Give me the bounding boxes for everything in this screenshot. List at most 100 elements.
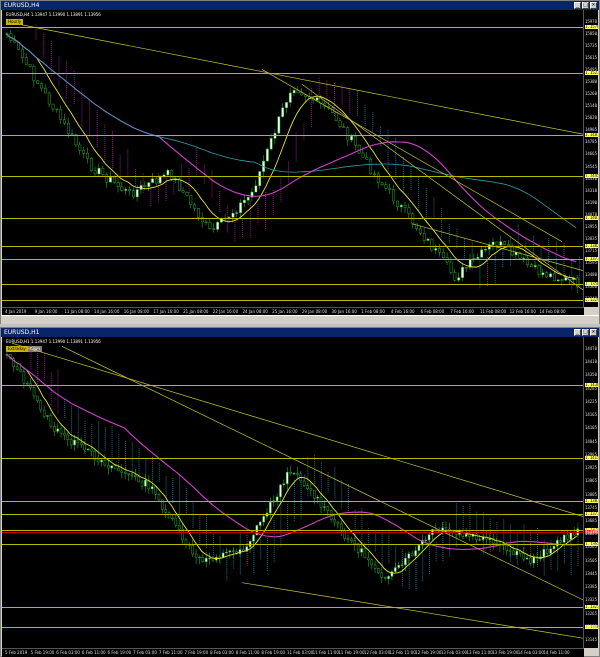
price-tick-label: 1.13595 <box>583 259 597 265</box>
time-tick-label: 14 Feb 03:00 <box>517 650 544 655</box>
time-tick-label: 25 Jan 16:00 <box>272 309 298 314</box>
horizontal-scrollbar[interactable] <box>1 315 599 324</box>
trend-line[interactable] <box>411 223 586 272</box>
price-tick-label: 1.14785 <box>583 139 597 145</box>
horizontal-level-line[interactable] <box>2 607 586 608</box>
minimize-icon[interactable]: _ <box>574 329 581 336</box>
chart-window-h1[interactable]: EURUSD,H1 _ □ × EURUSD,H1 1.13947 1.1399… <box>0 327 600 657</box>
price-tick-label: 1.15260 <box>583 91 597 97</box>
time-tick-label: 11 Feb 11:00 <box>312 650 339 655</box>
horizontal-level-line[interactable] <box>2 544 586 545</box>
time-tick-label: 13 Feb 19:00 <box>492 650 519 655</box>
horizontal-level-line[interactable] <box>2 458 586 459</box>
price-tick-label: 1.15020 <box>583 115 597 121</box>
horizontal-level-line[interactable] <box>2 246 586 247</box>
minimize-icon[interactable]: _ <box>574 2 581 9</box>
horizontal-level-line[interactable] <box>2 385 586 386</box>
price-tick-label: 1.13480 <box>583 271 597 277</box>
price-tick-label: 1.14310 <box>583 187 597 193</box>
window-title: EURUSD,H1 <box>4 329 40 336</box>
price-axis[interactable]: 1.157801.152701.148101.144501.140721.138… <box>583 10 598 307</box>
time-tick-label: 8 Feb 11:00 <box>235 650 260 655</box>
time-tick-label: 12 Feb 03:00 <box>363 650 391 655</box>
price-tick-label: 1.13985 <box>583 451 597 457</box>
time-tick-label: 9 Jan 16:00 <box>34 309 58 314</box>
trend-line[interactable] <box>21 24 586 136</box>
time-tick-label: 11 Jan 08:00 <box>64 309 90 314</box>
chart-window-h4[interactable]: EURUSD,H4 _ □ × EURUSD,H4 1.13947 1.1399… <box>0 0 600 324</box>
moving-average-fast <box>5 33 577 280</box>
horizontal-level-line[interactable] <box>2 284 586 285</box>
level-price-tag: 1.15780 <box>585 24 598 29</box>
price-tick-label: 1.13745 <box>583 504 597 510</box>
price-tick-label: 1.13205 <box>583 623 597 629</box>
price-tick-label: 1.14410 <box>583 359 597 365</box>
time-tick-label: 21 Jan 08:00 <box>183 309 209 314</box>
window-titlebar[interactable]: EURUSD,H1 _ □ × <box>1 328 599 337</box>
price-tick-label: 1.14045 <box>583 438 597 444</box>
price-tick-label: 1.15140 <box>583 103 597 109</box>
price-tick-label: 1.13265 <box>583 610 597 616</box>
time-tick-label: 8 Feb 03:00 <box>210 650 234 655</box>
price-tick-label: 1.13360 <box>583 283 597 289</box>
maximize-icon[interactable]: □ <box>582 2 589 9</box>
ichimoku-cloud <box>30 337 586 591</box>
price-axis[interactable]: 1.143801.141501.138701.137751.137451.136… <box>583 337 598 648</box>
time-tick-label: 6 Feb 19:00 <box>107 650 132 655</box>
price-tick-label: 1.13625 <box>583 531 597 537</box>
time-axis[interactable]: 5 Feb 2019 5 Feb 19:00 6 Feb 03:00 6 Feb 11… <box>2 648 584 657</box>
chart-canvas <box>5 337 586 640</box>
price-tick-label: 1.14190 <box>583 199 597 205</box>
time-tick-label: 13 Feb 03:00 <box>440 650 468 655</box>
price-tick-label: 1.13925 <box>583 465 597 471</box>
moving-average-teal <box>5 33 577 229</box>
horizontal-level-line[interactable] <box>2 259 586 260</box>
horizontal-level-line[interactable] <box>2 300 586 301</box>
chart-canvas <box>5 24 586 293</box>
horizontal-level-line[interactable] <box>2 176 586 177</box>
horizontal-level-line[interactable] <box>2 135 586 136</box>
price-tick-label: 1.15735 <box>583 43 597 49</box>
time-tick-label: 6 Feb 11:00 <box>81 650 106 655</box>
maximize-icon[interactable]: □ <box>582 329 589 336</box>
time-tick-label: 12 Feb 11:00 <box>389 650 416 655</box>
price-chart[interactable]: EURUSD,H1 1.13947 1.13990 1.13891 1.1395… <box>2 337 586 648</box>
time-tick-label: 1 Feb 08:00 <box>361 309 385 314</box>
price-tick-label: 1.13565 <box>583 544 597 550</box>
current-price-line <box>2 532 586 533</box>
trend-line[interactable] <box>301 83 586 293</box>
price-tick-label: 1.13955 <box>583 223 597 229</box>
price-tick-label: 1.15615 <box>583 55 597 61</box>
time-tick-label: 16 Jan 08:00 <box>123 309 150 314</box>
time-tick-label: 24 Jan 08:00 <box>242 309 268 314</box>
price-tick-label: 1.15970 <box>583 19 597 24</box>
horizontal-level-line[interactable] <box>2 218 586 219</box>
trend-line[interactable] <box>241 582 586 640</box>
window-titlebar[interactable]: EURUSD,H4 _ □ × <box>1 1 599 10</box>
time-tick-label: 8 Feb 19:00 <box>261 650 286 655</box>
price-tick-label: 1.14285 <box>583 385 597 391</box>
time-tick-label: 14 Feb 11:00 <box>543 650 570 655</box>
time-tick-label: 14 Jan 16:00 <box>94 309 120 314</box>
horizontal-level-line[interactable] <box>2 73 586 74</box>
time-tick-label: 4 Feb 16:00 <box>390 309 415 314</box>
horizontal-level-line[interactable] <box>2 627 586 628</box>
time-tick-label: 17 Jan 16:00 <box>153 309 179 314</box>
time-tick-label: 13 Feb 11:00 <box>466 650 493 655</box>
price-tick-label: 1.14470 <box>583 346 597 351</box>
close-icon[interactable]: × <box>590 329 597 336</box>
time-tick-label: 7 Feb 11:00 <box>158 650 183 655</box>
time-tick-label: 6 Feb 03:00 <box>56 650 80 655</box>
level-price-tag: 1.14810 <box>585 132 598 137</box>
ichimoku-cloud <box>35 24 580 291</box>
price-tick-label: 1.13505 <box>583 557 597 563</box>
time-tick-label: 4 Jan 2019 <box>5 309 27 314</box>
close-icon[interactable]: × <box>590 2 597 9</box>
horizontal-level-line[interactable] <box>2 501 586 502</box>
horizontal-level-line[interactable] <box>2 514 586 515</box>
time-tick-label: 6 Feb 08:00 <box>420 309 445 314</box>
horizontal-level-line[interactable] <box>2 27 586 28</box>
horizontal-level-line[interactable] <box>2 530 586 531</box>
time-tick-label: 5 Feb 2019 <box>5 650 28 655</box>
price-chart[interactable]: EURUSD,H4 1.13947 1.13990 1.13891 1.1395… <box>2 10 586 307</box>
